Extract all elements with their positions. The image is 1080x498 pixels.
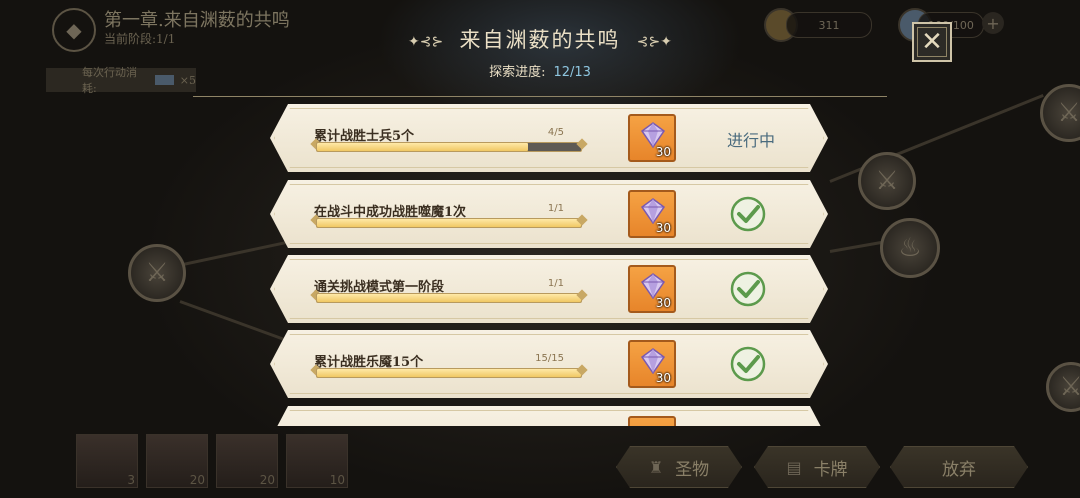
- close-x-icon: ✕: [921, 27, 943, 57]
- reward-item[interactable]: 30: [628, 265, 676, 313]
- checkmark-icon: [730, 346, 766, 382]
- close-button[interactable]: ✕: [912, 22, 952, 62]
- task-count: 15/15: [535, 353, 564, 364]
- cards-icon: ▤: [786, 457, 802, 477]
- cards-label: 卡牌: [813, 459, 848, 480]
- reward-item[interactable]: [628, 416, 676, 426]
- back-arrow-icon: ◆: [66, 18, 82, 42]
- task-list[interactable]: 累计战胜士兵5个 4/5 30 进行中 在战斗中成功战胜噬魔1次 1/1 30 …: [270, 104, 830, 426]
- flame-icon: ♨: [898, 233, 922, 263]
- reward-item[interactable]: 30: [628, 190, 676, 238]
- reward-item[interactable]: 30: [628, 340, 676, 388]
- cost-value: ×5: [179, 73, 196, 87]
- task-progress-bar: [316, 142, 582, 152]
- title-ornament-right-icon: ⊰⊱✦: [636, 34, 672, 50]
- reward-item[interactable]: 30: [628, 114, 676, 162]
- sword-icon: ⚔: [1059, 372, 1080, 402]
- progress-label: 探索进度:: [489, 65, 546, 80]
- task-count: 1/1: [547, 203, 564, 214]
- task-progress-fill: [317, 219, 581, 227]
- portrait-level: 20: [189, 473, 205, 487]
- reward-quantity: 30: [655, 221, 671, 235]
- task-row: 累计战胜士兵5个 4/5 30 进行中: [270, 104, 828, 172]
- task-progress-bar: [316, 293, 582, 303]
- task-progress-fill: [317, 294, 581, 302]
- map-node-battle[interactable]: ⚔: [858, 152, 916, 210]
- modal-header: ✦⊰⊱ 来自渊薮的共鸣 ⊰⊱✦: [380, 24, 700, 54]
- team-portrait[interactable]: 20: [216, 434, 278, 488]
- portrait-level: 10: [329, 473, 345, 487]
- relic-button[interactable]: ♜ 圣物: [616, 446, 742, 488]
- action-cost: 每次行动消耗: ×5: [46, 66, 196, 95]
- abandon-button[interactable]: 放弃: [890, 446, 1028, 488]
- task-row: [270, 406, 828, 426]
- back-button[interactable]: ◆: [52, 8, 96, 52]
- stage-label: 当前阶段:1/1: [104, 32, 176, 46]
- task-progress-fill: [317, 369, 581, 377]
- chalice-icon: ♜: [648, 457, 664, 477]
- modal-title: 来自渊薮的共鸣: [459, 28, 621, 52]
- exploration-progress: 探索进度: 12/13: [380, 61, 700, 80]
- progress-value: 12/13: [553, 65, 591, 80]
- chapter-title: 第一章.来自渊薮的共鸣: [104, 10, 290, 31]
- title-ornament-left-icon: ✦⊰⊱: [408, 34, 444, 50]
- abandon-label: 放弃: [942, 459, 976, 480]
- reward-quantity: 30: [655, 371, 671, 385]
- team-portrait[interactable]: 20: [146, 434, 208, 488]
- map-node-battle[interactable]: ⚔: [128, 244, 186, 302]
- task-progress-fill: [317, 143, 528, 151]
- checkmark-icon: [730, 271, 766, 307]
- task-progress-bar: [316, 218, 582, 228]
- reward-quantity: 30: [655, 145, 671, 159]
- map-node-battle[interactable]: ⚔: [1040, 84, 1080, 142]
- resource-counter-coins: 311: [786, 12, 872, 38]
- team-portrait[interactable]: 10: [286, 434, 348, 488]
- relic-label: 圣物: [675, 459, 710, 480]
- status-in-progress: 进行中: [726, 131, 775, 150]
- header-divider: [193, 96, 887, 97]
- map-node-battle[interactable]: ⚔: [1046, 362, 1080, 412]
- task-count: 4/5: [547, 127, 564, 138]
- map-node-boss[interactable]: ♨: [880, 218, 940, 278]
- sword-icon: ⚔: [875, 166, 899, 196]
- sword-icon: ⚔: [145, 258, 169, 288]
- task-progress-bar: [316, 368, 582, 378]
- portrait-level: 20: [259, 473, 275, 487]
- add-stamina-button[interactable]: +: [982, 12, 1004, 34]
- sword-icon: ⚔: [1057, 98, 1080, 128]
- task-row: 通关挑战模式第一阶段 1/1 30: [270, 255, 828, 323]
- task-row: 累计战胜乐魇15个 15/15 30: [270, 330, 828, 398]
- team-portrait[interactable]: 3: [76, 434, 138, 488]
- ticket-icon: [154, 75, 174, 85]
- portrait-level: 3: [127, 473, 135, 487]
- task-count: 1/1: [547, 278, 564, 289]
- cards-button[interactable]: ▤ 卡牌: [754, 446, 880, 488]
- cost-label: 每次行动消耗:: [82, 66, 137, 95]
- task-row: 在战斗中成功战胜噬魔1次 1/1 30: [270, 180, 828, 248]
- reward-quantity: 30: [655, 296, 671, 310]
- checkmark-icon: [730, 196, 766, 232]
